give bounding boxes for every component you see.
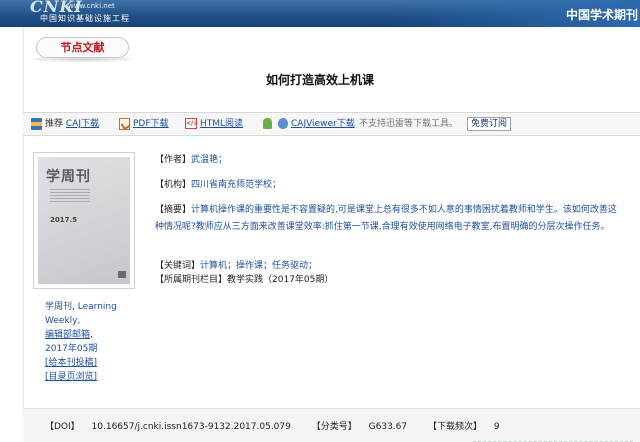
doi-value: 10.16657/j.cnki.issn1673-9132.2017.05.07… xyxy=(91,422,291,432)
article-footer: 【DOI】 10.16657/j.cnki.issn1673-9132.2017… xyxy=(23,408,640,442)
content-left-border xyxy=(23,27,24,442)
article-title: 如何打造高效上机课 xyxy=(265,73,374,87)
class-field: 【分类号】 G633.67 xyxy=(312,422,416,432)
org-link[interactable]: 四川省南充师范学校； xyxy=(191,180,281,190)
journal-cover[interactable]: 学周刊 2017.5 xyxy=(33,152,135,289)
html-read-link[interactable]: HTML阅读 xyxy=(200,119,243,129)
keyword-link[interactable]: 操作课； xyxy=(236,261,272,271)
keywords-label: 【关键词】 xyxy=(155,261,201,271)
cover-lines xyxy=(50,189,90,203)
journal-issue-link[interactable]: 2017年05期 xyxy=(45,342,140,356)
caj-icon xyxy=(31,117,42,130)
cover-image: 学周刊 2017.5 xyxy=(38,157,130,284)
downloads-value: 9 xyxy=(493,422,500,432)
doi-label: 【DOI】 xyxy=(45,422,80,432)
submit-link[interactable]: [给本刊投稿] xyxy=(45,356,140,370)
journal-name-en-2[interactable]: Weekly, xyxy=(45,314,140,328)
site-title[interactable]: 中国学术期刊 xyxy=(566,6,638,23)
journal-name-en-1[interactable]: Learning xyxy=(78,302,117,312)
journal-name-cn[interactable]: 学周刊 xyxy=(45,302,72,312)
free-subscribe-button[interactable]: 免费订阅 xyxy=(467,117,512,131)
html-icon: </> xyxy=(185,118,199,129)
android-icon xyxy=(263,118,272,129)
abstract-text: 计算机操作课的重要性是不容置疑的,可是课堂上总有很多不如人意的事情困扰着教师和学… xyxy=(155,205,617,232)
author-label: 【作者】 xyxy=(155,155,192,165)
apple-icon xyxy=(278,118,288,129)
author-link[interactable]: 武温艳； xyxy=(191,155,227,165)
journal-name-sep: , xyxy=(72,302,75,312)
no-thunder-note: 不支持迅雷等下载工具。 xyxy=(359,119,459,129)
journal-info: 学周刊, Learning Weekly, 编辑部邮箱, 2017年05期 [给… xyxy=(45,300,140,384)
class-label: 【分类号】 xyxy=(311,422,357,432)
recommend-label: 推荐 xyxy=(45,119,64,129)
abstract-label: 【摘要】 xyxy=(155,205,192,215)
keywords-row: 【关键词】计算机；操作课；任务驱动； xyxy=(155,259,640,273)
subscribe-wrap: 免费订阅 xyxy=(467,117,512,131)
column-row: 【所属期刊栏目】教学实践（2017年05期） xyxy=(155,273,640,287)
editorial-mailbox-link[interactable]: 编辑部邮箱 xyxy=(45,330,90,340)
caj-download-link[interactable]: CAJ下载 xyxy=(66,119,99,129)
cajviewer-download[interactable]: CAJViewer下载 xyxy=(263,113,355,135)
site-header-banner: CNKI www.cnki.net 中国知识基础设施工程 中国学术期刊 xyxy=(0,0,640,27)
author-row: 【作者】武温艳； xyxy=(155,153,640,167)
pdf-download[interactable]: PDF下载 xyxy=(119,113,169,135)
keyword-link[interactable]: 任务驱动； xyxy=(272,261,317,271)
footer-row: 【DOI】 10.16657/j.cnki.issn1673-9132.2017… xyxy=(45,419,518,432)
downloads-field: 【下载频次】 9 xyxy=(428,422,509,432)
logo-url: www.cnki.net xyxy=(68,2,115,10)
abstract-row: 【摘要】计算机操作课的重要性是不容置疑的,可是课堂上总有很多不如人意的事情困扰着… xyxy=(155,202,618,236)
column-value: 教学实践（2017年05期） xyxy=(227,275,334,285)
class-value: G633.67 xyxy=(368,422,408,432)
org-row: 【机构】四川省南充师范学校； xyxy=(155,178,640,192)
cajviewer-download-link[interactable]: CAJViewer下载 xyxy=(291,119,355,129)
doi-field: 【DOI】 10.16657/j.cnki.issn1673-9132.2017… xyxy=(45,422,300,432)
pdf-icon xyxy=(119,117,130,130)
toc-link[interactable]: [目录页浏览] xyxy=(45,370,140,384)
download-toolbar: 推荐 CAJ下载 PDF下载 </> HTML阅读 CAJViewer下载 不支持… xyxy=(23,112,640,136)
cover-logo: 学周刊 xyxy=(46,169,91,185)
cover-barcode xyxy=(118,271,126,278)
cover-issue: 2017.5 xyxy=(50,216,78,224)
org-label: 【机构】 xyxy=(155,180,192,190)
section-tag: 节点文献 xyxy=(36,37,129,58)
html-read[interactable]: </> HTML阅读 xyxy=(185,113,243,135)
keyword-link[interactable]: 计算机； xyxy=(200,261,236,271)
downloads-label: 【下载频次】 xyxy=(427,422,482,432)
pdf-download-link[interactable]: PDF下载 xyxy=(133,119,169,129)
column-label: 【所属期刊栏目】 xyxy=(155,275,228,285)
recommend-caj: 推荐 CAJ下载 xyxy=(31,113,99,135)
logo-subtitle: 中国知识基础设施工程 xyxy=(40,14,130,23)
